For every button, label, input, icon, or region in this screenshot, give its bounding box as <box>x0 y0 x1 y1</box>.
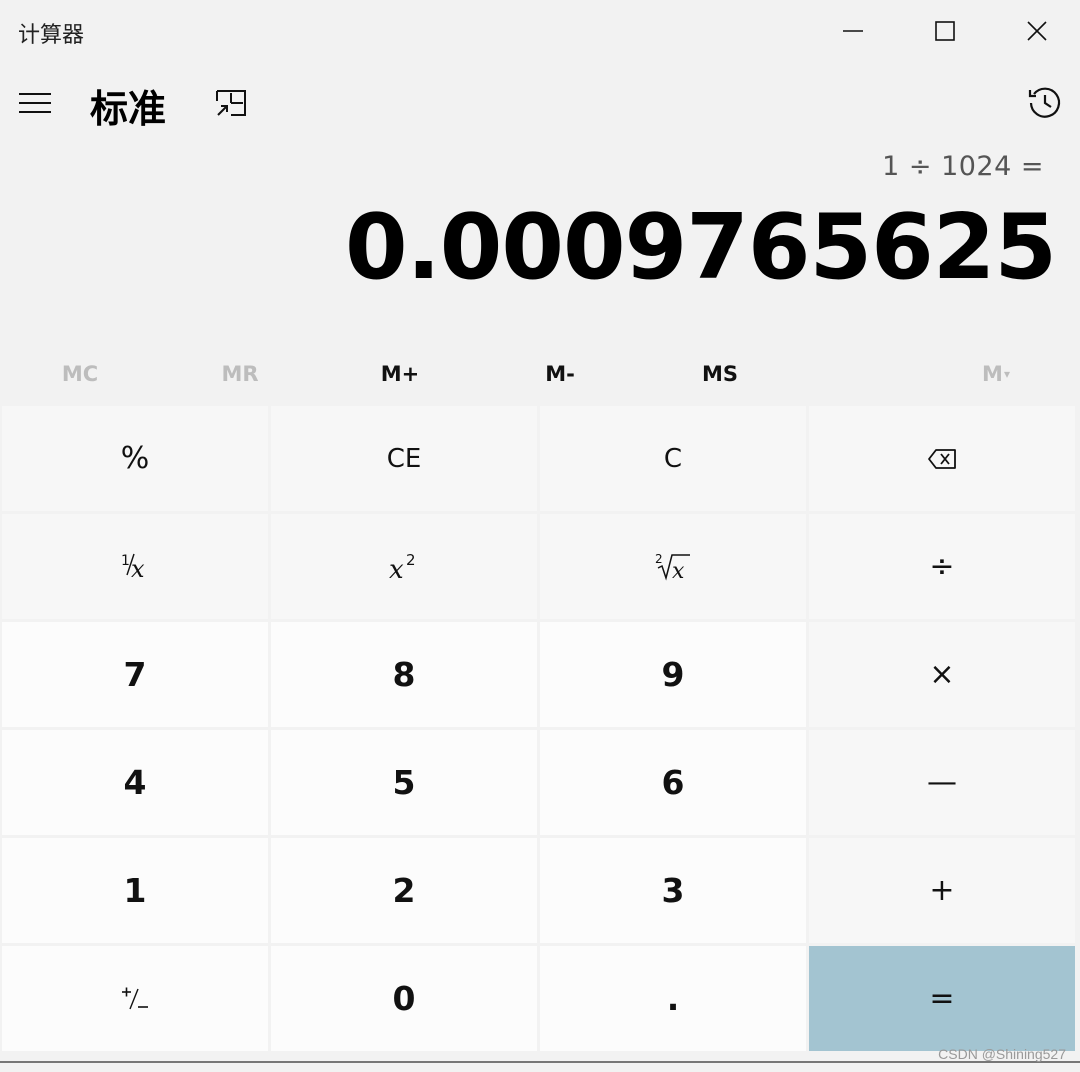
keypad: % CE C 1 x x 2 2 x ÷ 7 8 9 × 4 5 6 — 1 2… <box>2 406 1076 1051</box>
multiply-button[interactable]: × <box>809 622 1075 727</box>
svg-text:2: 2 <box>655 552 663 566</box>
multiply-label: × <box>929 657 955 692</box>
expression-display: 1 ÷ 1024 = <box>882 151 1044 182</box>
decimal-label: . <box>666 979 680 1018</box>
backspace-button[interactable] <box>809 406 1075 511</box>
add-label: + <box>929 873 955 908</box>
title-bar: 计算器 <box>0 0 1080 62</box>
result-display: 0.0009765625 <box>344 195 1057 300</box>
digit-2-button[interactable]: 2 <box>271 838 537 943</box>
square-button[interactable]: x 2 <box>271 514 537 619</box>
square-icon: x 2 <box>389 551 416 584</box>
digit-5-button[interactable]: 5 <box>271 730 537 835</box>
digit-5-label: 5 <box>392 763 416 802</box>
digit-7-label: 7 <box>123 655 147 694</box>
percent-button[interactable]: % <box>2 406 268 511</box>
window-bottom-border <box>0 1061 1080 1063</box>
hamburger-icon <box>19 93 51 113</box>
app-title: 计算器 <box>18 23 85 48</box>
digit-1-label: 1 <box>123 871 147 910</box>
memory-recall-button[interactable]: MR <box>160 350 320 398</box>
memory-subtract-button[interactable]: M- <box>480 350 640 398</box>
negate-button[interactable] <box>2 946 268 1051</box>
add-button[interactable]: + <box>809 838 1075 943</box>
square-root-icon: 2 x <box>655 552 690 584</box>
digit-3-button[interactable]: 3 <box>540 838 806 943</box>
svg-text:2: 2 <box>406 551 416 569</box>
digit-0-button[interactable]: 0 <box>271 946 537 1051</box>
keep-on-top-button[interactable] <box>208 80 254 126</box>
memory-store-button[interactable]: MS <box>640 350 800 398</box>
keep-on-top-icon <box>216 90 246 116</box>
decimal-button[interactable]: . <box>540 946 806 1051</box>
mode-title: 标准 <box>90 87 167 131</box>
digit-4-button[interactable]: 4 <box>2 730 268 835</box>
watermark: CSDN @Shining527 <box>938 1046 1066 1062</box>
memory-list-button[interactable]: M ▾ <box>916 350 1076 398</box>
digit-6-button[interactable]: 6 <box>540 730 806 835</box>
digit-4-label: 4 <box>123 763 147 802</box>
backspace-icon <box>928 448 956 469</box>
reciprocal-icon: 1 x <box>121 553 145 583</box>
memory-add-button[interactable]: M+ <box>320 350 480 398</box>
equals-button[interactable]: = <box>809 946 1075 1051</box>
percent-label: % <box>120 441 150 476</box>
maximize-button[interactable] <box>899 0 991 62</box>
divide-button[interactable]: ÷ <box>809 514 1075 619</box>
svg-text:1: 1 <box>121 553 130 569</box>
equals-label: = <box>929 981 955 1016</box>
reciprocal-button[interactable]: 1 x <box>2 514 268 619</box>
close-icon <box>1027 21 1047 41</box>
subtract-label: — <box>927 765 957 800</box>
divide-label: ÷ <box>929 549 955 584</box>
memory-clear-button[interactable]: MC <box>0 350 160 398</box>
minimize-button[interactable] <box>807 0 899 62</box>
digit-2-label: 2 <box>392 871 416 910</box>
digit-8-label: 8 <box>392 655 416 694</box>
svg-text:x: x <box>131 555 145 583</box>
digit-3-label: 3 <box>661 871 685 910</box>
close-button[interactable] <box>991 0 1080 62</box>
clear-entry-label: CE <box>386 443 422 474</box>
app-header: 标准 <box>0 66 1080 140</box>
digit-9-label: 9 <box>661 655 685 694</box>
digit-6-label: 6 <box>661 763 685 802</box>
digit-0-label: 0 <box>392 979 416 1018</box>
svg-text:x: x <box>672 559 685 584</box>
digit-8-button[interactable]: 8 <box>271 622 537 727</box>
memory-list-label: M <box>982 362 1003 386</box>
square-root-button[interactable]: 2 x <box>540 514 806 619</box>
clear-button[interactable]: C <box>540 406 806 511</box>
clear-label: C <box>663 443 683 474</box>
digit-9-button[interactable]: 9 <box>540 622 806 727</box>
svg-text:x: x <box>389 555 404 584</box>
minimize-icon <box>843 30 863 32</box>
maximize-icon <box>935 21 955 41</box>
memory-controls: MC MR M+ M- MS M ▾ <box>0 350 1080 398</box>
digit-1-button[interactable]: 1 <box>2 838 268 943</box>
navigation-menu-button[interactable] <box>12 80 58 126</box>
history-icon <box>1028 87 1061 118</box>
plus-minus-icon <box>122 987 148 1009</box>
clear-entry-button[interactable]: CE <box>271 406 537 511</box>
chevron-down-icon: ▾ <box>1003 367 1010 381</box>
digit-7-button[interactable]: 7 <box>2 622 268 727</box>
history-button[interactable] <box>1020 78 1070 128</box>
subtract-button[interactable]: — <box>809 730 1075 835</box>
